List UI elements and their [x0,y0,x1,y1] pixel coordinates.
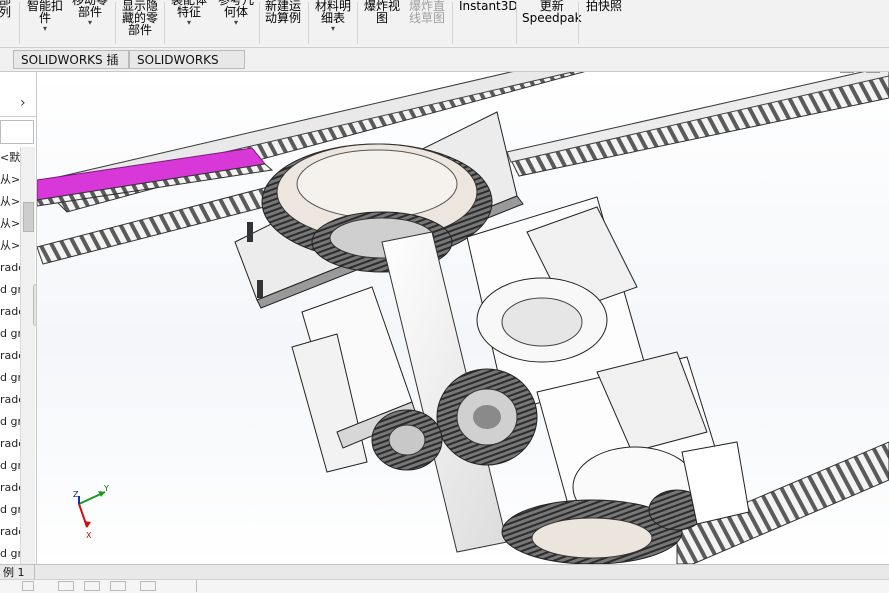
assembly-model-render: Y X Z [37,72,889,564]
toolbar-icon[interactable] [58,581,74,591]
ribbon-separator [259,2,260,44]
tab-solidworks-addins[interactable]: SOLIDWORKS 插件 [13,50,129,86]
ribbon-separator [578,2,579,44]
scrollbar-thumb[interactable] [23,202,34,232]
exploded-view-button[interactable]: 爆炸视 图 [364,0,400,24]
triad-z-label: Z [73,490,79,499]
explode-line-sketch-button[interactable]: 爆炸直 线草图 [409,0,445,24]
chevron-down-icon[interactable]: ▾ [72,18,108,28]
triad-x-label: X [86,531,92,540]
instant3d-button[interactable]: Instant3D [459,0,518,12]
smart-fastener-button[interactable]: 智能扣 件 ▾ [27,0,63,34]
ribbon-separator [308,2,309,44]
toolbar-icon[interactable] [140,581,156,591]
toolbar-icon[interactable] [22,581,34,591]
assembly-features-button[interactable]: 装配体 特征 ▾ [171,0,207,28]
feature-manager-tree: › <默 从>_ 从>_ 从>_ 从>_ rade d gr rade d gr rade d gr… [0,72,37,564]
toolbar-icon[interactable] [110,581,126,591]
restore-viewport-icon[interactable]: ◂ [840,72,854,73]
show-hidden-components-button[interactable]: 显示隐 藏的零 部件 [122,0,158,36]
ribbon-separator [357,2,358,44]
spur-gear-lower [501,489,706,564]
toolbar-icon[interactable] [84,581,100,591]
ribbon-separator [19,2,20,44]
tree-header: › [0,92,36,117]
move-component-button[interactable]: 移动零 部件 ▾ [72,0,108,28]
chevron-right-icon[interactable]: › [20,95,26,111]
triad-y-label: Y [103,484,109,493]
ribbon-separator [115,2,116,44]
tree-filter-input[interactable] [0,120,34,144]
ribbon-button-pattern[interactable]: 部 列 [0,0,11,18]
graphics-viewport[interactable]: Y X Z ◂ ▸ [37,72,889,564]
reference-geometry-button[interactable]: 参考几 何体 ▾ [218,0,254,28]
chevron-down-icon[interactable]: ▾ [315,24,351,34]
motion-study-tab[interactable]: 例 1 [0,565,35,580]
bottom-toolbar [0,579,889,593]
chevron-down-icon[interactable]: ▾ [27,24,63,34]
tree-scrollbar[interactable] [20,147,35,564]
ribbon-separator [516,2,517,44]
ribbon-separator [452,2,453,44]
take-snapshot-button[interactable]: 拍快照 [586,0,622,12]
status-bar: 例 1 [0,564,889,580]
update-speedpak-button[interactable]: 更新 Speedpak [522,0,582,24]
new-motion-study-button[interactable]: 新建运 动算例 [265,0,301,24]
maximize-viewport-icon[interactable]: ▸ [866,72,880,73]
spur-gear-middle [436,368,538,466]
ribbon-separator [164,2,165,44]
tab-solidworks-mbd[interactable]: SOLIDWORKS MBD [129,50,245,86]
command-manager-tabs: SOLIDWORKS 插件 SOLIDWORKS MBD [0,48,889,86]
bill-of-materials-button[interactable]: 材料明 细表 ▾ [315,0,351,34]
toolbar-separator [196,580,197,592]
chevron-down-icon[interactable]: ▾ [171,18,207,28]
timing-belt-right-top [506,72,889,177]
coordinate-triad: Y X Z [73,484,109,540]
chevron-down-icon[interactable]: ▾ [218,18,254,28]
spur-gear-left [371,409,443,471]
command-ribbon: 部 列 智能扣 件 ▾ 移动零 部件 ▾ 显示隐 藏的零 部件 装配体 特征 ▾ 参考… [0,0,889,48]
